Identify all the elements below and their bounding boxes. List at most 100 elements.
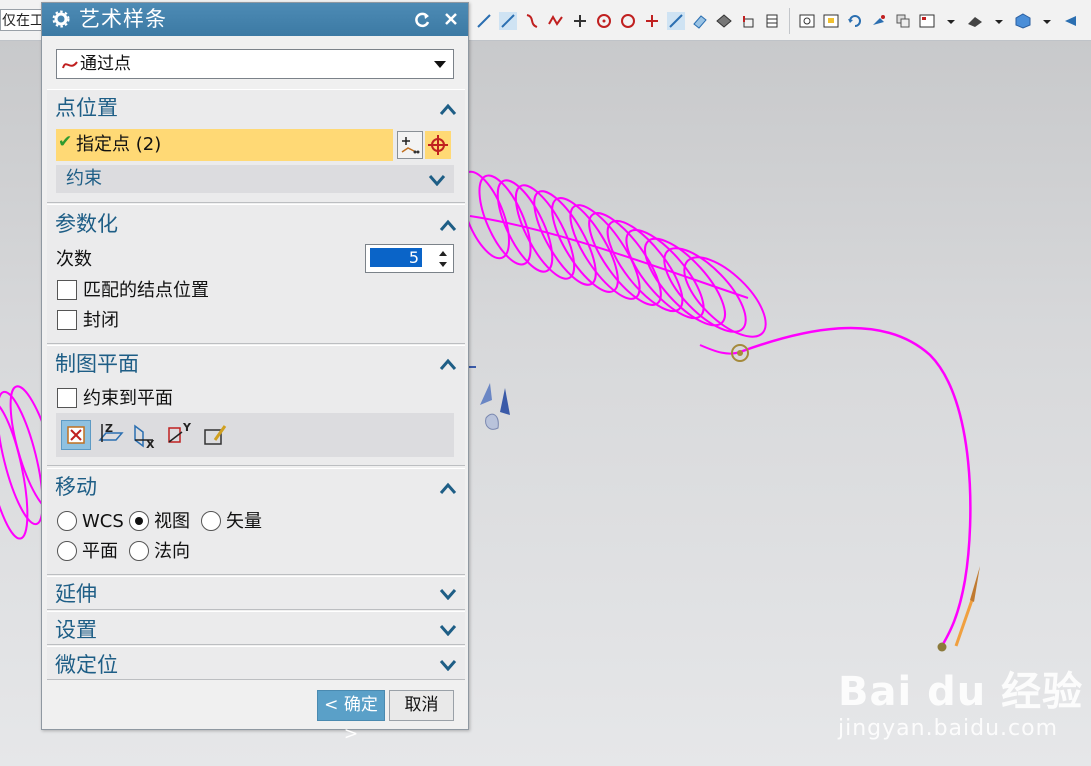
spinner-down-icon[interactable] xyxy=(439,262,447,267)
degree-label: 次数 xyxy=(56,249,92,270)
close-icon[interactable] xyxy=(443,11,459,31)
helix-coil-right xyxy=(460,170,767,355)
section-fine-position[interactable]: 微定位 xyxy=(47,646,465,680)
datum-icon[interactable] xyxy=(736,9,760,33)
checkmark-icon: ✔ xyxy=(58,132,73,152)
cube-icon[interactable] xyxy=(1011,9,1035,33)
section-title[interactable]: 参数化 xyxy=(55,210,118,238)
chevron-down-icon[interactable] xyxy=(1035,9,1059,33)
view-icon[interactable] xyxy=(867,9,891,33)
match-knots-label: 匹配的结点位置 xyxy=(83,280,209,301)
chevron-down-icon[interactable] xyxy=(987,9,1011,33)
reset-icon[interactable] xyxy=(414,11,431,32)
section-title[interactable]: 制图平面 xyxy=(55,350,139,378)
closed-label: 封闭 xyxy=(83,310,119,331)
move-view-label: 视图 xyxy=(154,511,190,532)
spline-icon[interactable] xyxy=(544,9,568,33)
layout-icon[interactable] xyxy=(915,9,939,33)
chevron-up-icon[interactable] xyxy=(439,102,457,116)
toolbar-separator xyxy=(789,8,790,34)
match-knots-checkbox[interactable] xyxy=(57,280,77,300)
sketch-icon[interactable] xyxy=(688,9,712,33)
line-icon[interactable] xyxy=(496,9,520,33)
move-normal-radio[interactable] xyxy=(129,541,149,561)
chevron-up-icon[interactable] xyxy=(439,481,457,495)
chevron-down-icon[interactable] xyxy=(434,61,446,68)
circle-icon[interactable] xyxy=(616,9,640,33)
constrain-to-plane-checkbox[interactable] xyxy=(57,388,77,408)
view-icon[interactable] xyxy=(891,9,915,33)
line-icon[interactable] xyxy=(664,9,688,33)
view-triad-icon xyxy=(465,366,510,430)
chevron-down-icon[interactable] xyxy=(439,586,457,600)
point-snap-button[interactable] xyxy=(425,131,451,159)
circle-icon[interactable] xyxy=(592,9,616,33)
section-title: 设置 xyxy=(55,618,97,642)
chevron-up-icon[interactable] xyxy=(439,357,457,371)
point-dialog-button[interactable] xyxy=(397,131,423,159)
line-icon[interactable] xyxy=(472,9,496,33)
move-plane-label: 平面 xyxy=(82,541,118,562)
art-spline-dialog: 艺术样条 通过点 点位置 ✔ 指定点 (2) 约束 参数化 次数 5 匹配的结点… xyxy=(41,2,469,744)
section-extend[interactable]: 延伸 xyxy=(47,576,465,610)
plus-icon[interactable] xyxy=(640,9,664,33)
axis-label-y: Y xyxy=(182,421,192,434)
specify-point-row[interactable]: ✔ 指定点 (2) xyxy=(56,129,393,161)
shading-icon[interactable] xyxy=(963,9,987,33)
table-icon[interactable] xyxy=(760,9,784,33)
point-icon[interactable] xyxy=(568,9,592,33)
axis-label-x: X xyxy=(146,438,155,450)
section-title[interactable]: 移动 xyxy=(55,473,97,501)
spline-type-value: 通过点 xyxy=(80,54,131,74)
specify-plane-button[interactable] xyxy=(201,420,231,450)
toolbar-icon-row xyxy=(472,8,1083,34)
spline-type-icon xyxy=(62,57,78,76)
degree-value[interactable]: 5 xyxy=(370,248,422,267)
move-vector-radio[interactable] xyxy=(201,511,221,531)
constrain-to-plane-label: 约束到平面 xyxy=(83,388,173,409)
spline-curve[interactable] xyxy=(739,326,972,647)
surface-icon[interactable] xyxy=(712,9,736,33)
move-wcs-radio[interactable] xyxy=(57,511,77,531)
xy-plane-button[interactable]: Z xyxy=(96,420,126,450)
chevron-down-icon[interactable] xyxy=(439,657,457,671)
ok-button[interactable]: < 确定 > xyxy=(317,690,385,744)
spline-type-select[interactable]: 通过点 xyxy=(56,49,454,79)
closed-checkbox[interactable] xyxy=(57,310,77,330)
move-wcs-label: WCS xyxy=(82,511,124,532)
yz-plane-button[interactable]: X xyxy=(131,420,161,451)
section-title[interactable]: 点位置 xyxy=(55,94,118,122)
rotate-icon[interactable] xyxy=(843,9,867,33)
cancel-button[interactable]: 取消 xyxy=(389,690,454,721)
constraint-label: 约束 xyxy=(66,168,102,189)
view-plane-button[interactable] xyxy=(61,420,91,450)
degree-spinner[interactable]: 5 xyxy=(365,244,454,273)
chevron-down-icon[interactable] xyxy=(428,172,446,186)
axis-label-z: Z xyxy=(105,422,113,435)
section-settings[interactable]: 设置 xyxy=(47,611,465,645)
arc-icon[interactable] xyxy=(520,9,544,33)
baidu-watermark: Bai du 经验 jingyan.baidu.com xyxy=(838,668,1083,742)
chevron-up-icon[interactable] xyxy=(439,218,457,232)
watermark-url: jingyan.baidu.com xyxy=(838,716,1059,741)
dialog-title: 艺术样条 xyxy=(79,7,167,31)
watermark-logo-text: Bai du 经验 xyxy=(838,669,1084,715)
spinner-up-icon[interactable] xyxy=(439,251,447,256)
dialog-titlebar[interactable]: 艺术样条 xyxy=(42,3,468,36)
chevron-down-icon[interactable] xyxy=(439,622,457,636)
constraint-subsection[interactable]: 约束 xyxy=(56,165,454,193)
plane-selector-bar: Z X Y xyxy=(56,413,454,457)
move-plane-radio[interactable] xyxy=(57,541,77,561)
xz-plane-button[interactable]: Y xyxy=(166,420,196,450)
selection-scope-field[interactable]: 仅在工作 xyxy=(0,9,44,31)
view-icon[interactable] xyxy=(795,9,819,33)
specify-point-label: 指定点 (2) xyxy=(76,134,162,155)
view-icon[interactable] xyxy=(819,9,843,33)
view-icon[interactable] xyxy=(1059,9,1083,33)
move-normal-label: 法向 xyxy=(154,541,190,562)
section-title: 延伸 xyxy=(55,582,97,606)
gear-icon[interactable] xyxy=(52,10,70,32)
move-view-radio[interactable] xyxy=(129,511,149,531)
chevron-down-icon[interactable] xyxy=(939,9,963,33)
move-vector-label: 矢量 xyxy=(226,511,262,532)
